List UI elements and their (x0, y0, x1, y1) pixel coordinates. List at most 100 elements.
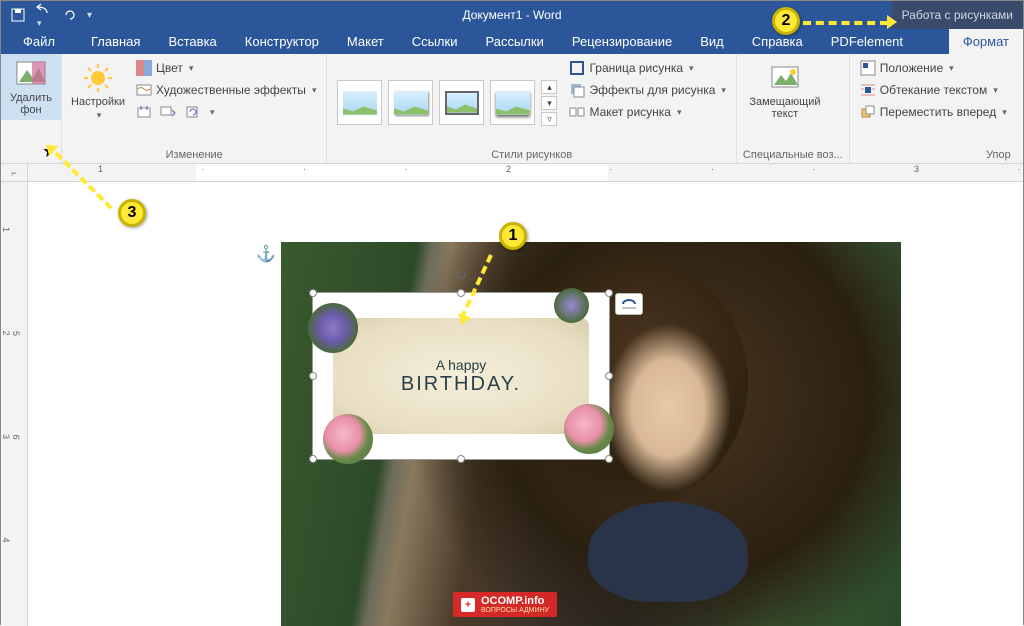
resize-handle[interactable] (457, 289, 465, 297)
compress-reset-row: ▾ (132, 102, 320, 122)
remove-background-label: Удалить фон (3, 92, 59, 116)
watermark-text: OCOMP.info (481, 595, 544, 607)
picture-border-button[interactable]: Граница рисунка▾ (565, 58, 729, 78)
remove-background-icon (15, 58, 47, 90)
group-styles-label: Стили рисунков (333, 147, 729, 161)
pic-layout-icon (569, 104, 585, 120)
corrections-button[interactable]: Настройки ▾ (68, 58, 128, 147)
ruler-corner: ⌐ (1, 164, 28, 181)
resize-handle[interactable] (605, 372, 613, 380)
color-icon (136, 60, 152, 76)
flower-decoration (554, 288, 589, 323)
border-icon (569, 60, 585, 76)
tab-design[interactable]: Конструктор (231, 29, 333, 54)
compress-icon[interactable] (136, 104, 152, 120)
watermark-sub: ВОПРОСЫ АДМИНУ (481, 607, 549, 614)
resize-handle[interactable] (309, 289, 317, 297)
tab-layout[interactable]: Макет (333, 29, 398, 54)
picture-layout-button[interactable]: Макет рисунка▾ (565, 102, 729, 122)
pic-layout-label: Макет рисунка (589, 105, 671, 119)
tab-insert[interactable]: Вставка (154, 29, 230, 54)
bring-forward-button[interactable]: Переместить вперед▾ (856, 102, 1011, 122)
flower-decoration (323, 414, 373, 464)
style-thumb[interactable] (439, 80, 484, 125)
undo-icon[interactable]: ▾ (35, 1, 53, 29)
picture-effects-button[interactable]: Эффекты для рисунка▾ (565, 80, 729, 100)
photo-scarf (588, 502, 748, 602)
card-line1: A happy (436, 357, 487, 373)
resize-handle[interactable] (309, 372, 317, 380)
ribbon: Удалить фон Настройки ▾ Цвет▾ Художестве… (1, 54, 1023, 164)
tab-mailings[interactable]: Рассылки (471, 29, 557, 54)
tab-view[interactable]: Вид (686, 29, 738, 54)
layout-options-button[interactable] (615, 293, 643, 315)
group-adjust-label: Изменение (68, 147, 320, 161)
alt-text-label: Замещающий текст (745, 96, 825, 120)
forward-icon (860, 104, 876, 120)
anchor-icon[interactable]: ⚓ (256, 244, 276, 264)
picture-styles-gallery[interactable]: ▴▾▿ (333, 58, 561, 147)
tab-help[interactable]: Справка (738, 29, 817, 54)
position-icon (860, 60, 876, 76)
brightness-icon (82, 62, 114, 94)
artistic-label: Художественные эффекты (156, 83, 306, 97)
tab-file[interactable]: Файл (1, 29, 77, 54)
document-title: Документ1 - Word (462, 8, 561, 22)
color-button[interactable]: Цвет▾ (132, 58, 320, 78)
quick-access-toolbar: ▾ ▾ (1, 1, 102, 29)
wrap-icon (860, 82, 876, 98)
birthday-card-content: A happy BIRTHDAY. (333, 318, 589, 434)
style-thumb[interactable] (490, 80, 535, 125)
group-arrange-label: Упор (856, 147, 1011, 161)
tab-pdfelement[interactable]: PDFelement (817, 29, 917, 54)
ribbon-tabs: Файл Главная Вставка Конструктор Макет С… (1, 29, 1023, 54)
callout-2-arrow (803, 21, 888, 25)
group-accessibility-label: Специальные воз... (743, 147, 843, 161)
resize-handle[interactable] (309, 455, 317, 463)
position-button[interactable]: Положение▾ (856, 58, 1011, 78)
watermark-plus-icon: + (461, 598, 475, 612)
ruler-horizontal: ⌐ 1 · · · 2 · · · 3 · · · 4 · · · 5 · · … (1, 164, 1023, 182)
resize-handle[interactable] (605, 455, 613, 463)
corrections-label: Настройки (71, 96, 125, 108)
effects-label: Эффекты для рисунка (589, 83, 715, 97)
remove-background-button[interactable]: Удалить фон (1, 54, 61, 120)
flower-decoration (564, 404, 614, 454)
callout-3: 3 (118, 199, 146, 227)
alt-text-button[interactable]: Замещающий текст (743, 58, 827, 147)
reset-picture-icon[interactable] (184, 104, 200, 120)
style-thumb[interactable] (388, 80, 433, 125)
forward-label: Переместить вперед (880, 105, 996, 119)
effects-icon (569, 82, 585, 98)
qat-more-icon[interactable]: ▾ (87, 10, 92, 21)
callout-2-arrowhead (887, 15, 897, 29)
style-thumb[interactable] (337, 80, 382, 125)
tab-home[interactable]: Главная (77, 29, 154, 54)
alt-text-icon (769, 62, 801, 94)
save-icon[interactable] (11, 8, 25, 22)
color-label: Цвет (156, 61, 183, 75)
rotate-handle[interactable]: ↻ (455, 267, 467, 284)
callout-2: 2 (772, 7, 800, 35)
tab-review[interactable]: Рецензирование (558, 29, 686, 54)
callout-1: 1 (499, 222, 527, 250)
border-label: Граница рисунка (589, 61, 683, 75)
flower-decoration (308, 303, 358, 353)
resize-handle[interactable] (457, 455, 465, 463)
wrap-label: Обтекание текстом (880, 83, 987, 97)
tab-references[interactable]: Ссылки (398, 29, 472, 54)
watermark: + OCOMP.infoВОПРОСЫ АДМИНУ (453, 592, 557, 617)
wrap-text-button[interactable]: Обтекание текстом▾ (856, 80, 1011, 100)
card-line2: BIRTHDAY. (401, 373, 521, 396)
tab-format[interactable]: Формат (949, 29, 1023, 54)
gallery-scroll[interactable]: ▴▾▿ (541, 80, 557, 126)
position-label: Положение (880, 61, 943, 75)
document-canvas[interactable]: ⚓ A happy BIRTHDAY. ↻ + (28, 182, 1023, 626)
artistic-effects-button[interactable]: Художественные эффекты▾ (132, 80, 320, 100)
resize-handle[interactable] (605, 289, 613, 297)
redo-icon[interactable] (63, 8, 77, 22)
change-picture-icon[interactable] (160, 104, 176, 120)
ruler-h-ticks: 1 · · · 2 · · · 3 · · · 4 · · · 5 · · · … (28, 164, 1023, 181)
picture-tools-tab-header: Работа с рисунками (892, 1, 1023, 29)
ruler-vertical: 1 2 3 4 5 6 (1, 182, 28, 626)
